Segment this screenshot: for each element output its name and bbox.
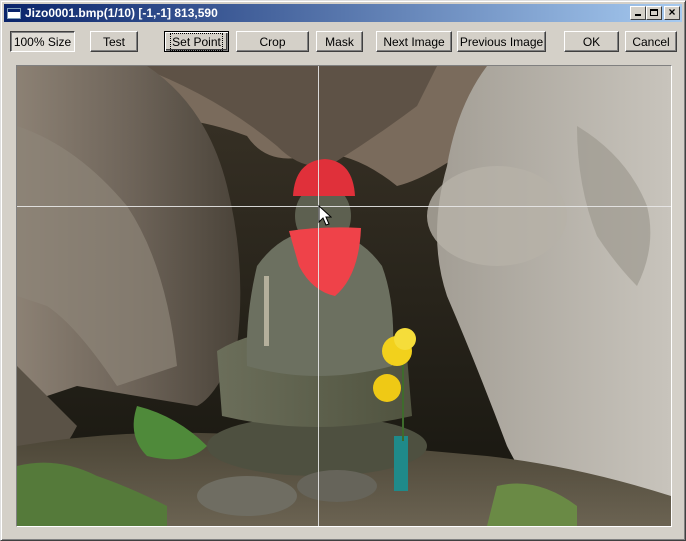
window-title: Jizo0001.bmp(1/10) [-1,-1] 813,590 <box>25 6 218 20</box>
crosshair-horizontal-line <box>17 206 671 207</box>
size-100-label: 100% Size <box>13 34 72 49</box>
test-label: Test <box>102 34 125 49</box>
close-icon: × <box>668 5 676 19</box>
next-image-label: Next Image <box>383 34 445 49</box>
caption-buttons: × <box>630 5 680 20</box>
previous-image-label: Previous Image <box>459 34 544 49</box>
image-canvas[interactable] <box>16 65 672 527</box>
maximize-icon <box>650 9 658 16</box>
toolbar: 100% Size Test Set Point Crop Mask Next … <box>1 30 686 54</box>
crosshair-vertical-line <box>318 66 319 526</box>
minimize-icon <box>635 14 641 16</box>
app-window-icon[interactable] <box>7 7 21 19</box>
ok-button[interactable]: OK <box>564 31 619 52</box>
minimize-button[interactable] <box>630 6 646 20</box>
crop-label: Crop <box>259 34 286 49</box>
set-point-button[interactable]: Set Point <box>164 31 229 52</box>
image-viewer-window: Jizo0001.bmp(1/10) [-1,-1] 813,590 × 100… <box>0 0 686 541</box>
jizo-photo <box>17 66 671 526</box>
next-image-button[interactable]: Next Image <box>376 31 452 52</box>
ok-label: OK <box>582 34 601 49</box>
crop-button[interactable]: Crop <box>236 31 309 52</box>
maximize-button[interactable] <box>646 6 662 20</box>
cancel-label: Cancel <box>632 34 670 49</box>
cancel-button[interactable]: Cancel <box>625 31 677 52</box>
set-point-label: Set Point <box>170 32 223 51</box>
test-button[interactable]: Test <box>90 31 138 52</box>
title-bar[interactable]: Jizo0001.bmp(1/10) [-1,-1] 813,590 × <box>4 4 682 22</box>
mouse-pointer-icon <box>318 205 332 226</box>
close-button[interactable]: × <box>664 5 680 20</box>
mask-label: Mask <box>325 34 354 49</box>
mask-button[interactable]: Mask <box>316 31 363 52</box>
size-100-button[interactable]: 100% Size <box>10 31 75 52</box>
previous-image-button[interactable]: Previous Image <box>457 31 546 52</box>
